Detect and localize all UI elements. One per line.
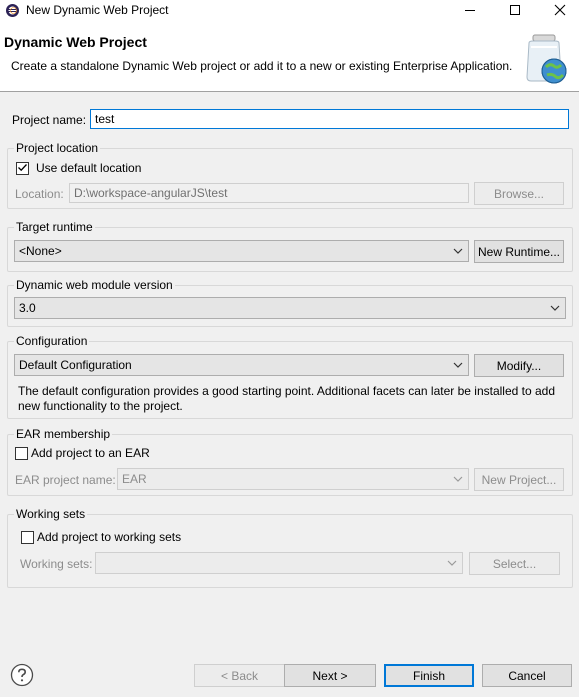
working-sets-title: Working sets	[14, 507, 88, 521]
module-version-select[interactable]: 3.0	[14, 297, 566, 319]
configuration-title: Configuration	[14, 334, 90, 348]
cancel-button[interactable]: Cancel	[482, 664, 572, 687]
close-button[interactable]	[538, 0, 579, 22]
working-sets-select[interactable]	[95, 552, 463, 574]
working-sets-group	[7, 514, 573, 588]
use-default-location-label: Use default location	[36, 161, 142, 175]
chevron-down-icon	[549, 302, 561, 314]
finish-button[interactable]: Finish	[384, 664, 474, 687]
new-runtime-button[interactable]: New Runtime...	[474, 240, 564, 263]
jar-globe-icon	[521, 33, 571, 85]
chevron-down-icon	[452, 245, 464, 257]
configuration-select[interactable]: Default Configuration	[14, 354, 469, 376]
title-bar: New Dynamic Web Project	[0, 0, 579, 22]
add-to-ear-label: Add project to an EAR	[31, 446, 150, 460]
module-version-title: Dynamic web module version	[14, 278, 175, 292]
eclipse-app-icon	[5, 3, 20, 18]
maximize-button[interactable]	[493, 0, 537, 22]
ear-project-name-select[interactable]: EAR	[117, 468, 469, 490]
ear-membership-title: EAR membership	[14, 427, 113, 441]
back-button[interactable]: < Back	[194, 664, 285, 687]
add-to-working-sets-label: Add project to working sets	[37, 530, 182, 544]
next-button[interactable]: Next >	[284, 664, 376, 687]
chevron-down-icon	[452, 359, 464, 371]
minimize-button[interactable]	[448, 0, 492, 22]
minimize-icon	[464, 4, 476, 19]
location-input[interactable]: D:\workspace-angularJS\test	[69, 183, 469, 203]
ear-project-name-label: EAR project name:	[15, 473, 116, 487]
project-name-input[interactable]: test	[90, 109, 569, 129]
wizard-banner	[0, 22, 579, 92]
target-runtime-title: Target runtime	[14, 220, 95, 234]
close-icon	[554, 4, 566, 19]
banner-description: Create a standalone Dynamic Web project …	[11, 59, 513, 73]
help-button[interactable]	[10, 663, 34, 687]
modify-button[interactable]: Modify...	[474, 354, 564, 377]
checkmark-icon	[17, 162, 28, 176]
use-default-location-checkbox[interactable]	[16, 162, 29, 175]
add-to-working-sets-checkbox[interactable]	[21, 531, 34, 544]
new-ear-project-button[interactable]: New Project...	[474, 468, 564, 491]
maximize-icon	[509, 4, 521, 19]
help-icon	[10, 663, 34, 690]
chevron-down-icon	[446, 557, 458, 569]
select-working-sets-button[interactable]: Select...	[469, 552, 560, 575]
add-to-ear-checkbox[interactable]	[15, 447, 28, 460]
project-name-label: Project name:	[12, 113, 87, 127]
working-sets-label: Working sets:	[20, 557, 93, 571]
configuration-value: Default Configuration	[19, 358, 132, 372]
module-version-value: 3.0	[19, 301, 36, 315]
target-runtime-value: <None>	[19, 244, 62, 258]
target-runtime-select[interactable]: <None>	[14, 240, 469, 262]
ear-project-name-value: EAR	[122, 472, 147, 486]
window-title: New Dynamic Web Project	[26, 3, 169, 17]
browse-button[interactable]: Browse...	[474, 182, 564, 205]
banner-title: Dynamic Web Project	[4, 34, 147, 50]
chevron-down-icon	[452, 473, 464, 485]
location-label: Location:	[15, 187, 64, 201]
configuration-description: The default configuration provides a goo…	[18, 384, 556, 413]
project-location-title: Project location	[14, 141, 101, 155]
